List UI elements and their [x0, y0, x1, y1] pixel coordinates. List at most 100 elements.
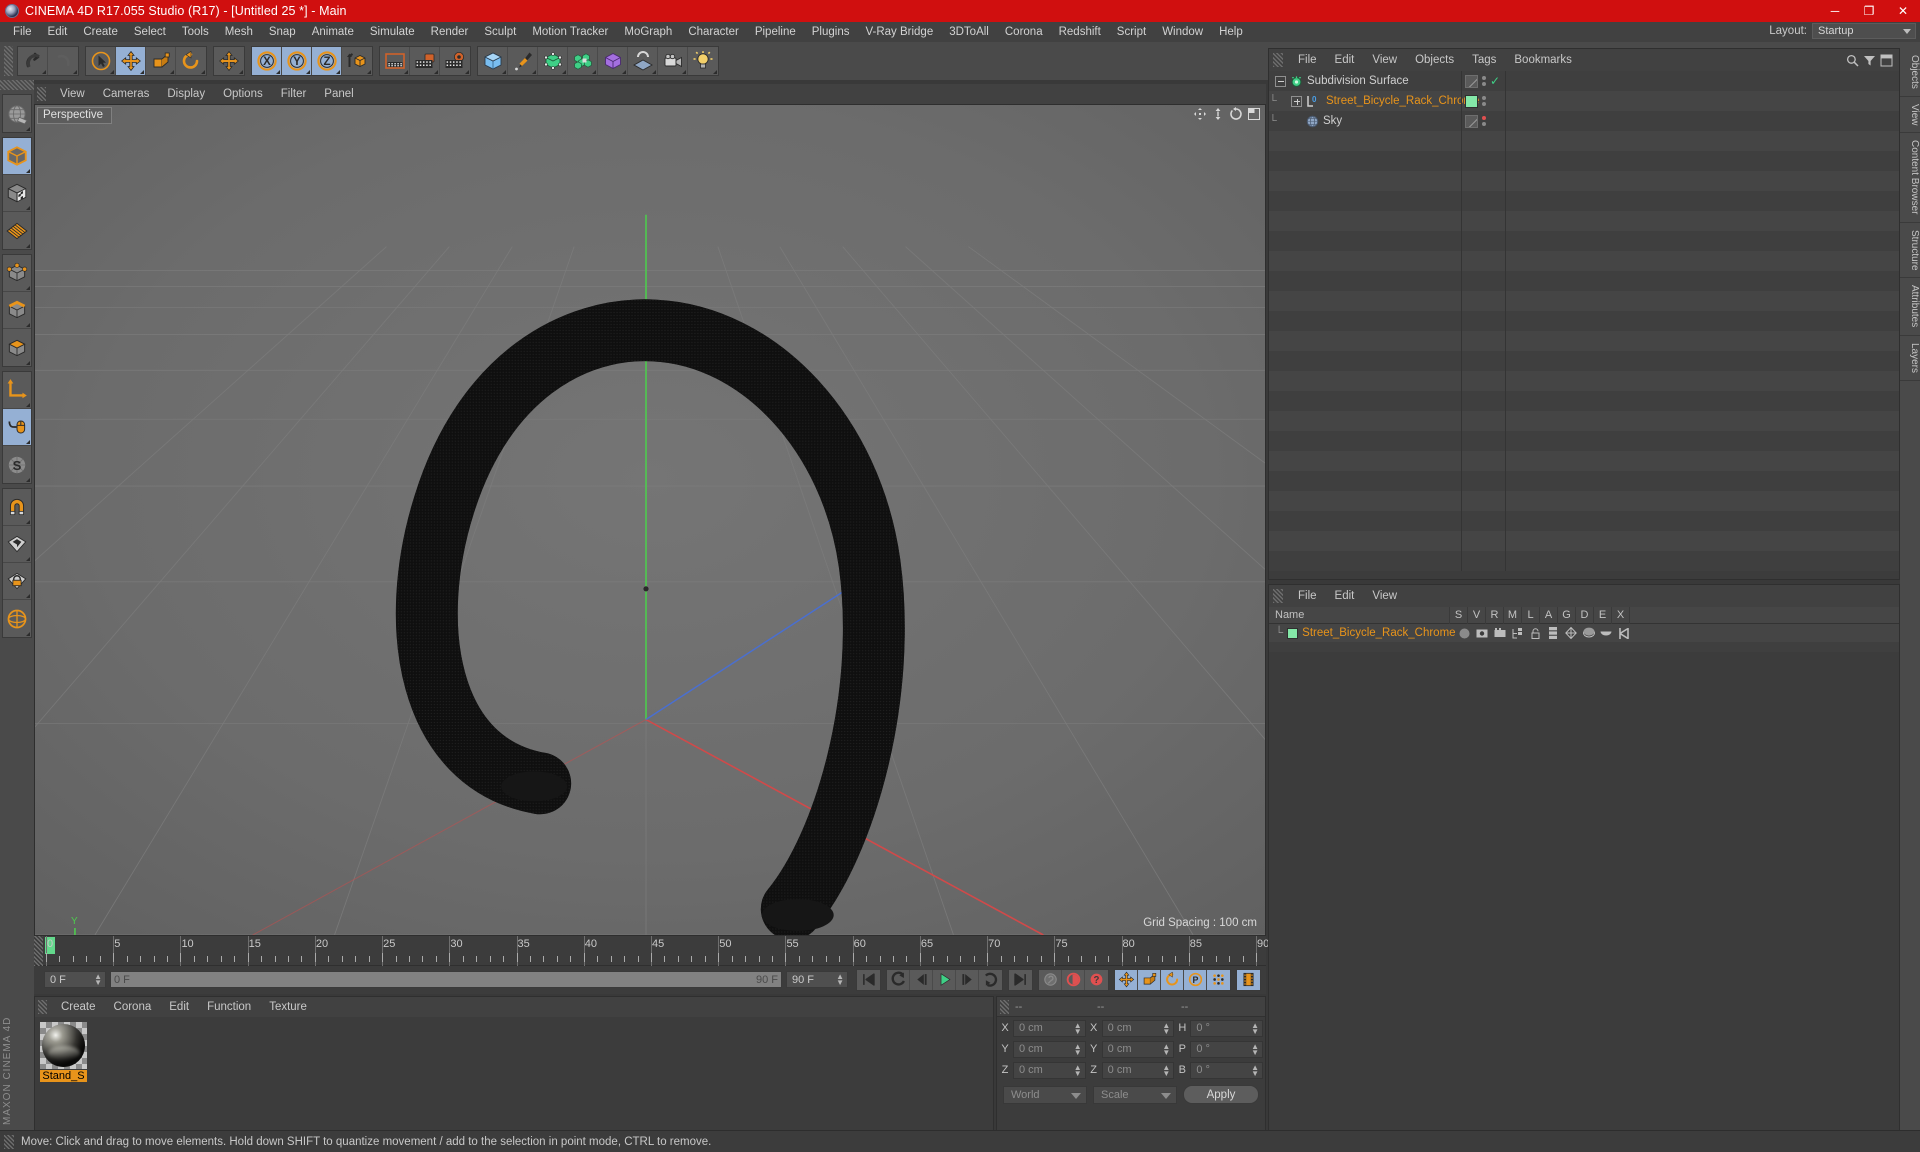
render-to-picture-viewer-button[interactable] [410, 47, 440, 75]
material-column-d[interactable]: D [1575, 606, 1593, 624]
enable-axis-modification-button[interactable] [3, 409, 31, 446]
object-tree[interactable]: Subdivision Surface ✓ └ 0 Street_Bicycle_Rac… [1269, 71, 1899, 571]
workplane-tool-button[interactable] [3, 600, 31, 637]
collapse-toggle[interactable] [1275, 75, 1286, 87]
add-light-button[interactable] [688, 47, 718, 75]
menu-item-animate[interactable]: Animate [304, 22, 362, 42]
submenu-corner-icon[interactable] [73, 70, 77, 74]
submenu-corner-icon[interactable] [26, 632, 30, 636]
menu-item-mograph[interactable]: MoGraph [616, 22, 680, 42]
timeline-grip[interactable] [34, 936, 43, 966]
submenu-corner-icon[interactable] [276, 70, 280, 74]
quantize-button[interactable] [3, 526, 31, 563]
menu-item-render[interactable]: Render [423, 22, 477, 42]
points-mode-button[interactable] [3, 255, 31, 292]
material-tag-icon[interactable] [1465, 94, 1478, 108]
submenu-corner-icon[interactable] [26, 127, 30, 131]
menu-item-file[interactable]: File [5, 22, 40, 42]
material-menu-corona[interactable]: Corona [105, 1001, 161, 1013]
material-manager-grip[interactable] [38, 1000, 47, 1014]
menu-item-redshift[interactable]: Redshift [1051, 22, 1109, 42]
spinner-icon[interactable]: ▲ ▼ [1162, 1042, 1170, 1056]
rotation-field[interactable]: 0 ° ▲ ▼ [1190, 1019, 1264, 1037]
edges-mode-button[interactable] [3, 292, 31, 329]
toolbar-grip[interactable] [4, 46, 13, 76]
play-button[interactable] [933, 969, 956, 990]
step-back-button[interactable] [910, 969, 933, 990]
submenu-corner-icon[interactable] [239, 70, 243, 74]
material-preview-sphere[interactable] [40, 1022, 87, 1069]
scale-key-toggle[interactable] [1138, 969, 1161, 990]
submenu-corner-icon[interactable] [336, 70, 340, 74]
spinner-icon[interactable]: ▲ ▼ [1251, 1063, 1259, 1077]
render-settings-button[interactable] [440, 47, 470, 75]
menu-item-window[interactable]: Window [1154, 22, 1211, 42]
viewport-tab-perspective[interactable]: Perspective [37, 107, 113, 124]
edge-tab-view[interactable]: View [1900, 96, 1920, 134]
maximize-button[interactable]: ❐ [1852, 0, 1886, 22]
material-column-m[interactable]: M [1503, 606, 1521, 624]
texture-mode-button[interactable] [3, 175, 31, 212]
material-column-v[interactable]: V [1467, 606, 1485, 624]
move-view-icon[interactable] [1193, 107, 1207, 121]
viewport-menu-panel[interactable]: Panel [315, 88, 362, 100]
menu-item-create[interactable]: Create [75, 22, 126, 42]
rotate-tool[interactable] [176, 47, 206, 75]
panel-icon[interactable] [1880, 54, 1893, 67]
live-selection-tool[interactable] [86, 47, 116, 75]
position-field[interactable]: 0 cm ▲ ▼ [1013, 1040, 1086, 1058]
material-list-row[interactable]: └ Street_Bicycle_Rack_Chrome [1269, 624, 1899, 642]
submenu-corner-icon[interactable] [201, 70, 205, 74]
viewport-menu-cameras[interactable]: Cameras [94, 88, 159, 100]
submenu-corner-icon[interactable] [26, 244, 30, 248]
rotation-field[interactable]: 0 ° ▲ ▼ [1190, 1040, 1264, 1058]
submenu-corner-icon[interactable] [26, 323, 30, 327]
material-column-r[interactable]: R [1485, 606, 1503, 624]
object-menu-objects[interactable]: Objects [1406, 54, 1463, 66]
spinner-icon[interactable]: ▲ ▼ [1074, 1021, 1082, 1035]
menu-item-sculpt[interactable]: Sculpt [476, 22, 524, 42]
spinner-icon[interactable]: ▲ ▼ [1074, 1042, 1082, 1056]
perspective-viewport[interactable]: Perspective Y Grid Spacing: 100 cm [34, 104, 1266, 936]
apply-button[interactable]: Apply [1183, 1085, 1259, 1104]
position-field[interactable]: 0 cm ▲ ▼ [1013, 1019, 1086, 1037]
step-forward-button[interactable] [956, 969, 979, 990]
world-object-axis-button[interactable] [214, 47, 244, 75]
submenu-corner-icon[interactable] [26, 520, 30, 524]
left-palette-grip[interactable] [0, 80, 34, 90]
coordinate-system-dropdown[interactable]: World [1003, 1085, 1087, 1104]
coffee-icon[interactable] [1580, 627, 1598, 639]
material-menu-edit[interactable]: Edit [160, 1001, 198, 1013]
submenu-corner-icon[interactable] [26, 361, 30, 365]
add-generator-button[interactable] [538, 47, 568, 75]
object-manager-row[interactable]: Subdivision Surface ✓ [1269, 71, 1899, 91]
spinner-icon[interactable]: ▲ ▼ [94, 973, 102, 987]
sphere-grey-icon[interactable] [1456, 628, 1474, 639]
edge-tab-structure[interactable]: Structure [1900, 222, 1920, 279]
maximize-view-icon[interactable] [1247, 107, 1261, 121]
redo-button[interactable] [48, 47, 78, 75]
edge-tab-content-browser[interactable]: Content Browser [1900, 133, 1920, 223]
end-frame-field[interactable]: 90 F ▲ ▼ [786, 971, 848, 988]
material-menu-create[interactable]: Create [52, 1001, 105, 1013]
display-icon[interactable] [1473, 628, 1491, 639]
object-manager-row[interactable]: └ Sky [1269, 111, 1899, 131]
timeline-settings-button[interactable] [1237, 969, 1260, 990]
timeline-range-bar[interactable]: 0 F 90 F [110, 971, 782, 988]
menu-item-plugins[interactable]: Plugins [804, 22, 858, 42]
anim-icon[interactable] [1544, 627, 1562, 639]
filter-icon[interactable] [1863, 54, 1876, 67]
world-coordinate-system[interactable] [342, 47, 372, 75]
position-field[interactable]: 0 cm ▲ ▼ [1013, 1061, 1086, 1079]
submenu-corner-icon[interactable] [713, 70, 717, 74]
lock-workplane-button[interactable] [3, 563, 31, 600]
material-list-menu-file[interactable]: File [1289, 590, 1326, 602]
add-array-button[interactable] [568, 47, 598, 75]
add-deformer-button[interactable] [598, 47, 628, 75]
submenu-corner-icon[interactable] [110, 70, 114, 74]
submenu-corner-icon[interactable] [26, 594, 30, 598]
spinner-icon[interactable]: ▲ ▼ [1162, 1021, 1170, 1035]
cap-icon[interactable] [1597, 629, 1615, 638]
xref-icon[interactable] [1615, 627, 1633, 639]
go-to-end-button[interactable] [1009, 969, 1032, 990]
